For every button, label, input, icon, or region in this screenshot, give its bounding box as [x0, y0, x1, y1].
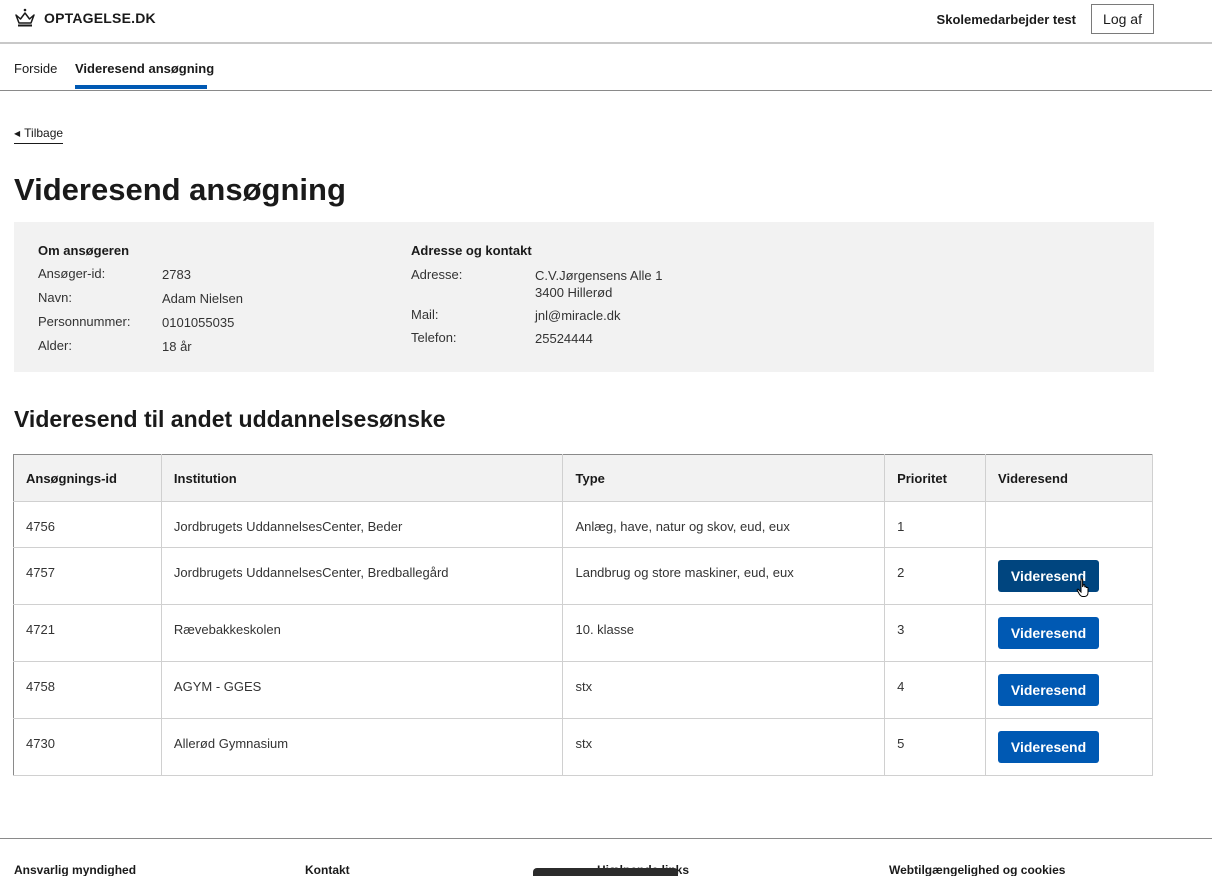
- cell-institution: Allerød Gymnasium: [161, 718, 564, 776]
- forward-button[interactable]: Videresend: [998, 617, 1100, 649]
- nav-item-forside[interactable]: Forside: [14, 61, 57, 76]
- address-label: Adresse:: [411, 267, 463, 282]
- col-header-forward: Videresend: [985, 454, 1153, 502]
- applicant-id-label: Ansøger-id:: [38, 266, 106, 281]
- applicant-name-label: Navn:: [38, 290, 72, 305]
- active-tab-indicator: [75, 85, 207, 89]
- footer-heading-accessibility: Webtilgængelighed og cookies: [889, 863, 1066, 876]
- age-label: Alder:: [38, 338, 72, 353]
- section-title: Videresend til andet uddannelsesønske: [14, 406, 446, 432]
- phone-value: 25524444: [535, 331, 593, 346]
- mail-value: jnl@miracle.dk: [535, 308, 621, 323]
- col-header-institution: Institution: [161, 454, 564, 502]
- col-header-id: Ansøgnings-id: [13, 454, 162, 502]
- phone-label: Telefon:: [411, 330, 457, 345]
- address-line-1: C.V.Jørgensens Alle 1: [535, 268, 663, 283]
- cell-priority: 4: [884, 661, 987, 719]
- cell-institution: Rævebakkeskolen: [161, 604, 564, 662]
- back-link[interactable]: ◀ Tilbage: [14, 126, 64, 144]
- cell-forward: Videresend: [985, 547, 1153, 605]
- cell-priority: 1: [884, 501, 987, 548]
- hand-cursor-icon: [1076, 578, 1089, 597]
- cell-institution: AGYM - GGES: [161, 661, 564, 719]
- cell-type: stx: [562, 661, 886, 719]
- crown-icon: [15, 8, 35, 27]
- cell-id: 4721: [13, 604, 162, 662]
- table-row: 4757 Jordbrugets UddannelsesCenter, Bred…: [13, 547, 1153, 605]
- cell-type: stx: [562, 718, 886, 776]
- cell-priority: 3: [884, 604, 987, 662]
- cpr-label: Personnummer:: [38, 314, 131, 329]
- cell-id: 4756: [13, 501, 162, 548]
- applicant-name-value: Adam Nielsen: [162, 291, 243, 306]
- cell-type: 10. klasse: [562, 604, 886, 662]
- user-name: Skolemedarbejder test: [936, 12, 1076, 27]
- age-value: 18 år: [162, 339, 192, 354]
- cell-institution: Jordbrugets UddannelsesCenter, Bredballe…: [161, 547, 564, 605]
- nav-item-videresend[interactable]: Videresend ansøgning: [75, 61, 214, 76]
- overlay-tab: [533, 868, 678, 876]
- col-header-type: Type: [562, 454, 886, 502]
- main-nav: Forside Videresend ansøgning: [0, 46, 1212, 91]
- cell-priority: 2: [884, 547, 987, 605]
- col-header-priority: Prioritet: [884, 454, 987, 502]
- cell-type: Anlæg, have, natur og skov, eud, eux: [562, 501, 886, 548]
- applicant-info-panel: Om ansøgeren Ansøger-id: 2783 Navn: Adam…: [14, 222, 1154, 372]
- cell-id: 4757: [13, 547, 162, 605]
- footer-heading-authority: Ansvarlig myndighed: [14, 863, 137, 876]
- cell-type: Landbrug og store maskiner, eud, eux: [562, 547, 886, 605]
- table-row: 4730 Allerød Gymnasium stx 5 Videresend: [13, 718, 1153, 776]
- footer-heading-contact: Kontakt: [305, 863, 350, 876]
- applicant-id-value: 2783: [162, 267, 191, 282]
- cell-id: 4730: [13, 718, 162, 776]
- address-line-2: 3400 Hillerød: [535, 285, 613, 300]
- page-title: Videresend ansøgning: [14, 172, 346, 207]
- table-header-row: Ansøgnings-id Institution Type Prioritet…: [13, 454, 1153, 502]
- forward-button[interactable]: Videresend: [998, 674, 1100, 706]
- site-logo[interactable]: OPTAGELSE.DK: [14, 8, 156, 28]
- applicant-heading: Om ansøgeren: [38, 243, 130, 258]
- cell-institution: Jordbrugets UddannelsesCenter, Beder: [161, 501, 564, 548]
- table-row: 4756 Jordbrugets UddannelsesCenter, Bede…: [13, 501, 1153, 548]
- table-row: 4758 AGYM - GGES stx 4 Videresend: [13, 661, 1153, 719]
- forward-button[interactable]: Videresend: [998, 731, 1100, 763]
- cell-forward: Videresend: [985, 661, 1153, 719]
- applications-table: Ansøgnings-id Institution Type Prioritet…: [13, 454, 1153, 776]
- logout-button[interactable]: Log af: [1091, 4, 1154, 34]
- table-row: 4721 Rævebakkeskolen 10. klasse 3 Videre…: [13, 604, 1153, 662]
- contact-heading: Adresse og kontakt: [411, 243, 532, 258]
- cell-forward: Videresend: [985, 718, 1153, 776]
- cpr-value: 0101055035: [162, 315, 235, 330]
- back-link-label: Tilbage: [24, 126, 64, 140]
- cell-priority: 5: [884, 718, 987, 776]
- cell-forward-empty: [985, 501, 1153, 548]
- logo-text: OPTAGELSE.DK: [44, 10, 156, 26]
- top-bar: OPTAGELSE.DK Skolemedarbejder test Log a…: [0, 0, 1212, 44]
- cell-forward: Videresend: [985, 604, 1153, 662]
- caret-left-icon: ◀: [14, 128, 21, 138]
- mail-label: Mail:: [411, 307, 439, 322]
- cell-id: 4758: [13, 661, 162, 719]
